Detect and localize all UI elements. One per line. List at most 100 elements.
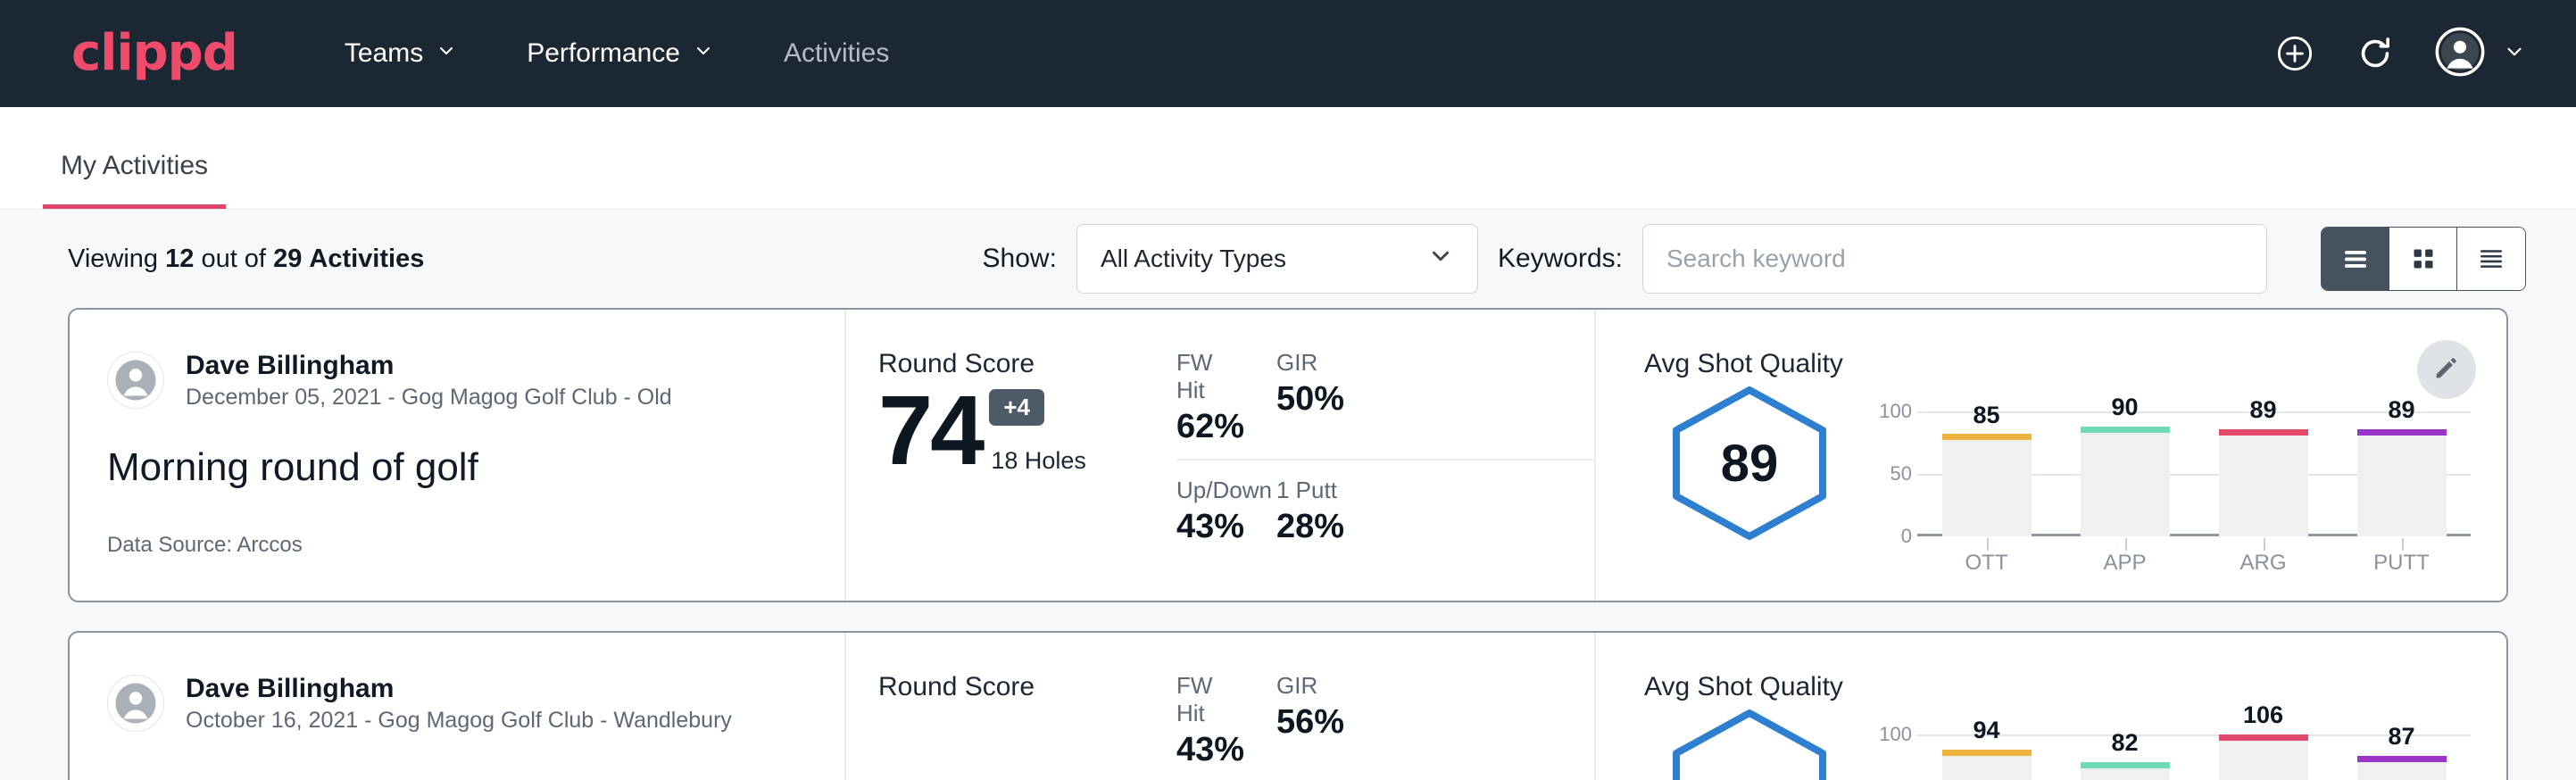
- avg-shot-quality-body: 89 100 50 0: [1644, 383, 2471, 576]
- round-score-value: 74: [878, 385, 982, 478]
- top-navigation-bar: clippd Teams Performance Activities: [0, 0, 2576, 107]
- bar-ott-rect: [1942, 750, 2032, 780]
- bar-arg-value: 106: [2219, 701, 2308, 729]
- activity-meta: December 05, 2021 - Gog Magog Golf Club …: [186, 383, 672, 412]
- bar-app-value: 82: [2081, 729, 2170, 757]
- avg-shot-quality-label: Avg Shot Quality: [1644, 672, 2471, 702]
- nav-actions: [2274, 27, 2526, 81]
- x-label-arg: ARG: [2219, 551, 2308, 576]
- bar-app: 90: [2081, 411, 2170, 536]
- tab-my-activities[interactable]: My Activities: [43, 151, 226, 209]
- viewing-middle: out of: [201, 245, 266, 273]
- bar-putt: 89: [2357, 411, 2447, 536]
- bar-arg: 89: [2219, 411, 2308, 536]
- y-tick-0: 0: [1901, 525, 1912, 548]
- chart-plot-area: 85 90 89: [1917, 411, 2471, 536]
- chart-y-axis: 100 50 0: [1869, 411, 1917, 536]
- stat-fw-hit: FW Hit 62%: [1176, 349, 1276, 461]
- activity-type-select[interactable]: All Activity Types: [1076, 224, 1478, 294]
- filter-bar: Viewing 12 out of 29 Activities Show: Al…: [0, 210, 2576, 308]
- round-score-column: Round Score 74 +4 18 Holes: [846, 310, 1176, 601]
- avg-shot-quality-column: Avg Shot Quality 100: [1596, 633, 2506, 780]
- stat-up-down-label: Up/Down: [1176, 477, 1241, 504]
- bar-arg: 106: [2219, 734, 2308, 780]
- tab-strip: My Activities: [0, 107, 2576, 210]
- nav-item-teams-label: Teams: [345, 38, 423, 69]
- bar-ott-rect: [1942, 434, 2032, 536]
- search-input[interactable]: [1642, 224, 2267, 294]
- stats-grid: FW Hit 62% GIR 50% Up/Down 43% 1 Putt 28…: [1176, 310, 1596, 601]
- account-menu[interactable]: [2435, 27, 2526, 81]
- nav-item-activities-label: Activities: [784, 38, 889, 69]
- avatar: [107, 675, 164, 732]
- y-tick-100: 100: [1879, 723, 1912, 746]
- tab-my-activities-label: My Activities: [61, 151, 208, 180]
- activity-info-column: Dave Billingham December 05, 2021 - Gog …: [70, 310, 846, 601]
- avg-shot-quality-column: Avg Shot Quality 89 100 50 0: [1596, 310, 2506, 601]
- bar-putt-value: 89: [2357, 396, 2447, 424]
- activity-meta: October 16, 2021 - Gog Magog Golf Club -…: [186, 706, 732, 735]
- viewing-count: 12: [165, 245, 194, 273]
- x-tick: [2125, 538, 2127, 551]
- stat-one-putt: 1 Putt 28%: [1276, 461, 1594, 546]
- viewing-total: 29: [273, 245, 302, 273]
- stat-fw-hit-value: 62%: [1176, 408, 1241, 446]
- viewing-count-text: Viewing 12 out of 29 Activities: [68, 245, 424, 274]
- x-label-ott: OTT: [1942, 551, 2032, 576]
- stat-gir-value: 56%: [1276, 703, 1558, 742]
- x-tick: [1987, 538, 1989, 551]
- stat-gir-label: GIR: [1276, 672, 1558, 700]
- stat-fw-hit-label: FW Hit: [1176, 672, 1241, 727]
- holes-played: 18 Holes: [991, 447, 1086, 475]
- bar-app-rect: [2081, 427, 2170, 536]
- activity-card-list: Dave Billingham December 05, 2021 - Gog …: [0, 308, 2576, 780]
- stat-fw-hit-label: FW Hit: [1176, 349, 1241, 404]
- round-score-row: 74 +4 18 Holes: [878, 385, 1176, 478]
- bar-putt-value: 87: [2357, 723, 2447, 751]
- stat-gir: GIR 56%: [1276, 672, 1594, 780]
- grid-view-button[interactable]: [2389, 228, 2457, 290]
- nav-item-performance[interactable]: Performance: [527, 38, 714, 69]
- bar-arg-rect: [2219, 734, 2308, 780]
- activity-data-source: Data Source: Arccos: [107, 533, 844, 558]
- compact-list-view-button[interactable]: [2457, 228, 2525, 290]
- round-score-side: +4 18 Holes: [982, 389, 1086, 478]
- viewing-suffix: Activities: [309, 245, 424, 273]
- activity-card[interactable]: Dave Billingham December 05, 2021 - Gog …: [68, 308, 2508, 602]
- y-tick-50: 50: [1890, 462, 1912, 485]
- bar-putt-rect: [2357, 429, 2447, 536]
- list-view-button[interactable]: [2322, 228, 2389, 290]
- shot-quality-bar-chart: 100 50 0 85: [1869, 383, 2471, 576]
- bar-ott: 94: [1942, 734, 2032, 780]
- stat-up-down-value: 43%: [1176, 508, 1241, 546]
- chevron-down-icon: [693, 38, 714, 69]
- bar-ott-value: 94: [1942, 717, 2032, 744]
- stat-fw-hit-value: 43%: [1176, 731, 1241, 769]
- nav-item-teams[interactable]: Teams: [345, 38, 457, 69]
- plus-circle-icon[interactable]: [2274, 33, 2315, 74]
- activity-card[interactable]: Dave Billingham October 16, 2021 - Gog M…: [68, 631, 2508, 780]
- avg-shot-quality-label: Avg Shot Quality: [1644, 349, 2471, 379]
- round-score-label: Round Score: [878, 672, 1176, 702]
- chart-plot-area: 94 82 106: [1917, 734, 2471, 780]
- round-score-column: Round Score: [846, 633, 1176, 780]
- bar-app-rect: [2081, 762, 2170, 780]
- nav-item-activities[interactable]: Activities: [784, 38, 889, 69]
- stat-one-putt-value: 28%: [1276, 508, 1558, 546]
- player-row: Dave Billingham December 05, 2021 - Gog …: [107, 349, 844, 411]
- edit-activity-button[interactable]: [2417, 340, 2476, 399]
- activity-title: Morning round of golf: [107, 445, 844, 490]
- refresh-icon[interactable]: [2355, 33, 2396, 74]
- stats-grid: FW Hit 43% GIR 56%: [1176, 633, 1596, 780]
- stat-one-putt-label: 1 Putt: [1276, 477, 1558, 504]
- bar-arg-value: 89: [2219, 396, 2308, 424]
- quality-score-value: 89: [1660, 383, 1839, 544]
- bar-ott-value: 85: [1942, 402, 2032, 429]
- stat-gir-value: 50%: [1276, 380, 1558, 419]
- bar-putt-rect: [2357, 756, 2447, 780]
- chart-bars: 85 90 89: [1917, 411, 2471, 536]
- nav-item-performance-label: Performance: [527, 38, 680, 69]
- x-label-putt: PUTT: [2357, 551, 2447, 576]
- clippd-logo[interactable]: clippd: [71, 29, 237, 79]
- y-tick-100: 100: [1879, 400, 1912, 423]
